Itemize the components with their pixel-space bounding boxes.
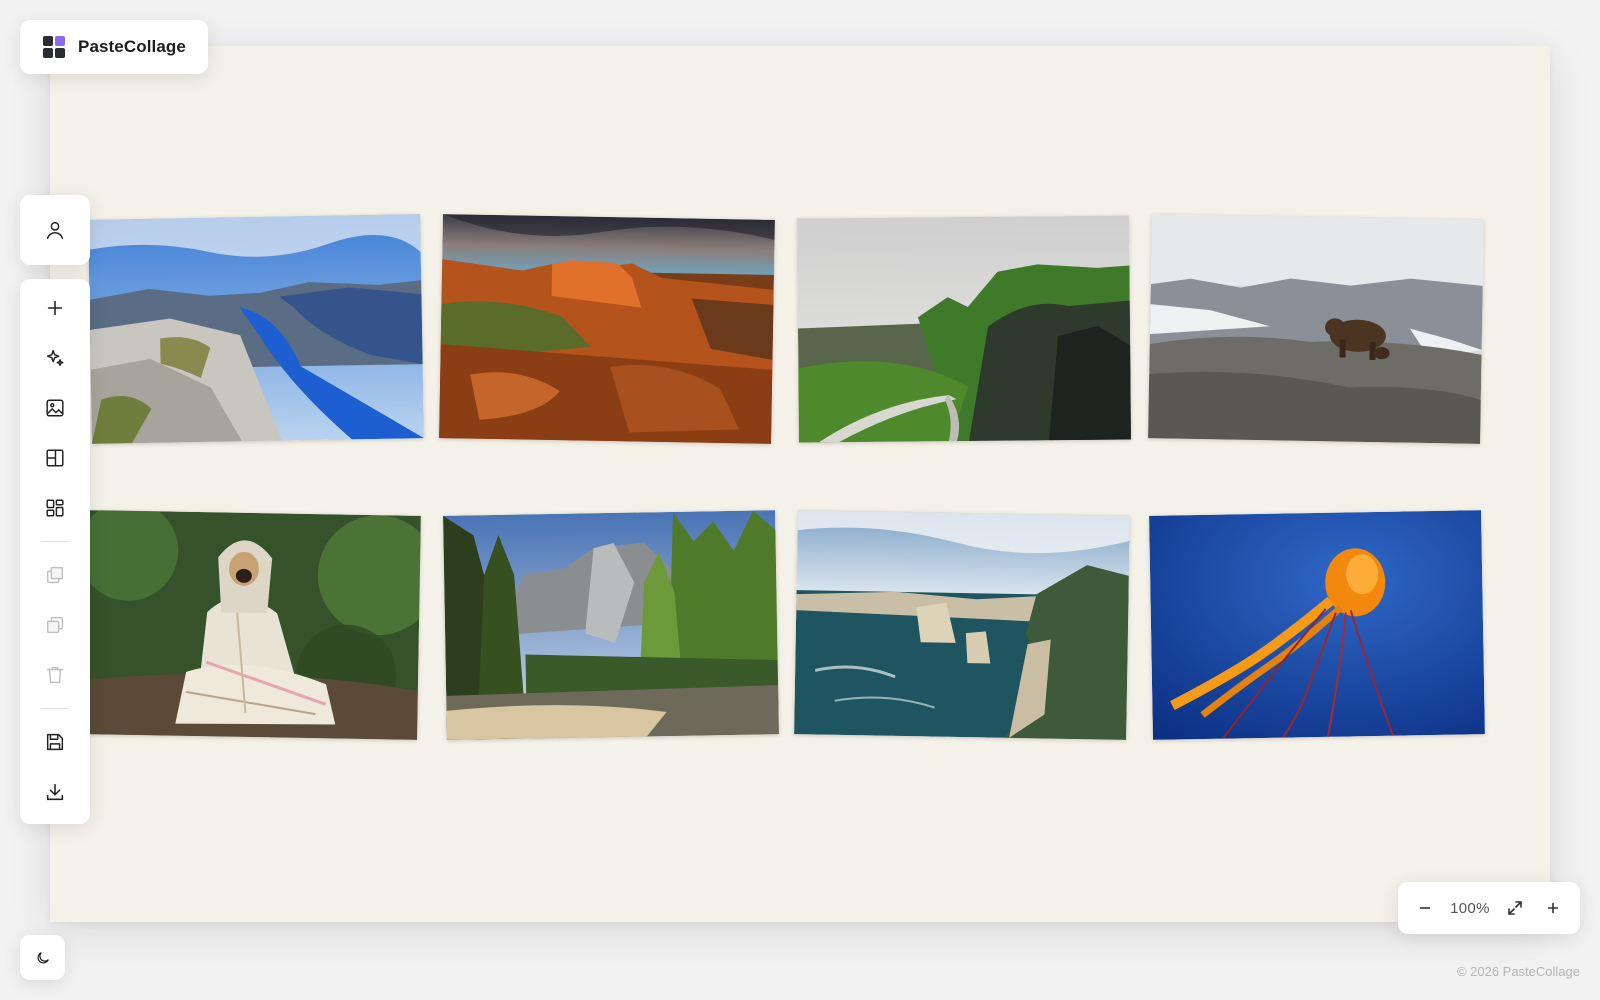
delete-button[interactable] [20,650,90,700]
grid-button[interactable] [20,483,90,533]
sparkles-icon [46,349,64,367]
collage-canvas[interactable] [50,46,1550,922]
account-panel [20,195,90,265]
download-icon [46,783,64,801]
photo-red-rock[interactable] [439,214,775,444]
magic-button[interactable] [20,333,90,383]
layout-icon [46,449,64,467]
photo-yosemite[interactable] [443,510,779,740]
plus-icon [47,300,63,316]
user-icon [46,221,64,239]
divider [41,708,69,709]
add-button[interactable] [20,283,90,333]
app-logo-icon [43,36,65,58]
layout-button[interactable] [20,433,90,483]
image-button[interactable] [20,383,90,433]
fit-screen-button[interactable] [1502,895,1528,921]
bring-forward-icon [46,566,64,584]
zoom-level: 100% [1450,899,1490,917]
photo-red-rock-image [439,214,775,444]
download-button[interactable] [20,767,90,817]
moon-icon [37,951,49,963]
photo-jellyfish[interactable] [1149,510,1485,740]
plus-icon [1548,903,1558,913]
brand-header: PasteCollage [20,20,208,74]
theme-toggle-button[interactable] [20,935,65,980]
send-backward-icon [46,616,64,634]
photo-yosemite-image [443,510,779,740]
photo-fjord[interactable] [88,214,424,444]
grid-icon [46,499,64,517]
photo-pug-image [85,510,421,740]
trash-icon [46,666,64,684]
photo-jellyfish-image [1149,510,1485,740]
copyright-text: © 2026 PasteCollage [1456,964,1580,979]
image-icon [46,399,64,417]
photo-coast-image [794,510,1130,740]
zoom-controls: 100% [1398,882,1580,934]
photo-highlands-image [797,215,1131,443]
send-backward-button[interactable] [20,600,90,650]
zoom-out-button[interactable] [1412,895,1438,921]
expand-icon [1508,901,1522,915]
bring-forward-button[interactable] [20,550,90,600]
photo-bear-image [1148,214,1484,444]
tools-panel [20,279,90,824]
divider [41,541,69,542]
photo-bear[interactable] [1148,214,1484,444]
photo-highlands[interactable] [797,215,1131,443]
app-name: PasteCollage [78,37,186,56]
photo-fjord-image [88,214,424,444]
photo-coast[interactable] [794,510,1130,740]
photo-pug[interactable] [85,510,421,740]
zoom-in-button[interactable] [1540,895,1566,921]
app: PasteCollage 100% © 2026 PasteCollage [0,0,1600,1000]
save-icon [46,733,64,751]
save-button[interactable] [20,717,90,767]
minus-icon [1420,907,1430,909]
account-button[interactable] [20,205,90,255]
